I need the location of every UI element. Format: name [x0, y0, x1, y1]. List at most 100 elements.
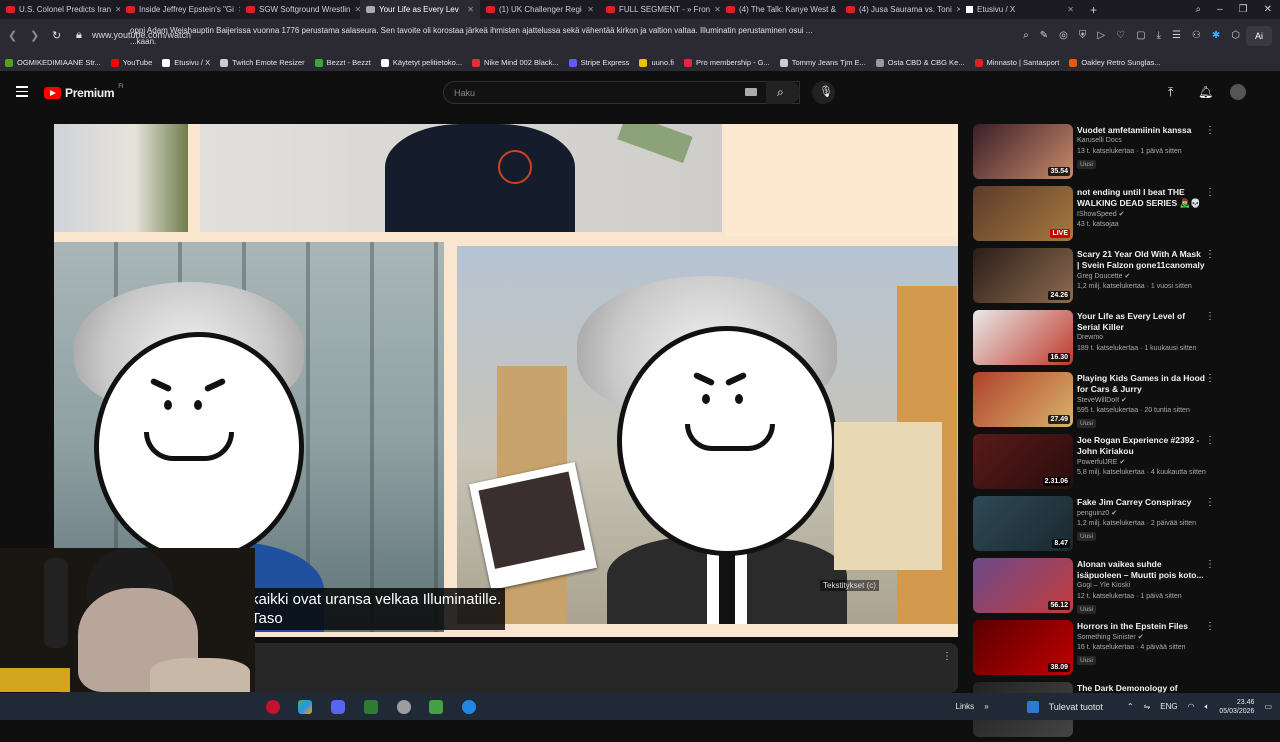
edit-icon[interactable]: ✎: [1040, 30, 1048, 41]
browser-tab-active[interactable]: Your Life as Every Lev✕: [360, 0, 480, 19]
bookmark-item[interactable]: OGMIKEDIMIAANE Str...: [0, 58, 106, 67]
camera-icon[interactable]: ◎: [1059, 30, 1068, 41]
video-thumbnail[interactable]: 16.30: [973, 310, 1073, 365]
speaker-icon[interactable]: [366, 6, 375, 13]
video-title[interactable]: not ending until I beat THE WALKING DEAD…: [1077, 187, 1205, 209]
new-tab-icon[interactable]: +: [1090, 3, 1097, 17]
links-toolbar[interactable]: Links: [956, 702, 975, 711]
edge-icon[interactable]: [462, 700, 476, 714]
forward-icon[interactable]: ❯: [30, 29, 39, 42]
zoom-icon[interactable]: ⌕: [1023, 30, 1029, 41]
more-vert-icon[interactable]: ⋮: [1205, 497, 1215, 508]
back-icon[interactable]: ❮: [8, 29, 17, 42]
steam-icon[interactable]: [397, 700, 411, 714]
close-icon[interactable]: ✕: [1067, 5, 1074, 14]
wifi-icon[interactable]: ◠: [1188, 702, 1195, 711]
bookmark-item[interactable]: Osta CBD & CBG Ke...: [871, 58, 970, 67]
photos-icon[interactable]: [298, 700, 312, 714]
close-window-icon[interactable]: ✕: [1264, 4, 1272, 15]
lang-label[interactable]: ENG: [1160, 702, 1177, 711]
browser-tab[interactable]: (1) UK Challenger Regi✕: [480, 0, 600, 19]
recommended-video[interactable]: 27.49Playing Kids Games in da Hood for C…: [973, 372, 1233, 432]
list-icon[interactable]: ☰: [1172, 30, 1181, 41]
shield-icon[interactable]: ⛨: [1079, 30, 1087, 41]
video-thumbnail[interactable]: 56.12: [973, 558, 1073, 613]
bell-icon[interactable]: 🔔︎: [1198, 85, 1213, 99]
ai-button[interactable]: Ai: [1246, 26, 1272, 46]
maximize-icon[interactable]: ❐: [1239, 4, 1248, 15]
download-icon[interactable]: ⤓: [1157, 30, 1161, 41]
voice-search-button[interactable]: 🎙︎: [812, 81, 835, 104]
bookmark-item[interactable]: YouTube: [106, 58, 157, 67]
discord-icon[interactable]: [331, 700, 345, 714]
recommended-video[interactable]: 56.12Alonan vaikea suhde isäpuoleen – Mu…: [973, 558, 1233, 618]
bookmark-item[interactable]: Etusivu / X: [157, 58, 215, 67]
bookmark-item[interactable]: Stripe Express: [564, 58, 635, 67]
volume-icon[interactable]: 🔈︎: [1205, 702, 1210, 712]
keyboard-icon[interactable]: [745, 88, 757, 96]
search-tabs-icon[interactable]: ⌕: [1195, 4, 1201, 15]
media-player-icon[interactable]: [429, 700, 443, 714]
recommended-video[interactable]: 2.31.06Joe Rogan Experience #2392 - John…: [973, 434, 1233, 494]
opera-icon[interactable]: [266, 700, 280, 714]
more-vert-icon[interactable]: ⋮: [1205, 125, 1215, 136]
bookmark-item[interactable]: Oakley Retro Sunglas...: [1064, 58, 1165, 67]
menu-icon[interactable]: [16, 86, 28, 100]
more-vert-icon[interactable]: ⋮: [1205, 559, 1215, 570]
bookmark-item[interactable]: Twitch Emote Resizer: [215, 58, 310, 67]
bookmark-item[interactable]: Minnasto | Santasport: [970, 58, 1065, 67]
video-title[interactable]: Horrors in the Epstein Files: [1077, 621, 1205, 632]
bookmark-item[interactable]: Tommy Jeans Tjm E...: [775, 58, 871, 67]
avatar[interactable]: [1230, 84, 1246, 100]
network-icon[interactable]: ⇋: [1144, 702, 1151, 711]
cube-icon[interactable]: ⬡: [1231, 30, 1240, 41]
channel-name[interactable]: IShowSpeed ✔: [1077, 210, 1125, 218]
extension-icon[interactable]: ✱: [1212, 30, 1220, 41]
more-vert-icon[interactable]: ⋮: [1205, 249, 1215, 260]
clock[interactable]: 23.46 05/03/2026: [1219, 698, 1254, 716]
video-thumbnail[interactable]: 24.26: [973, 248, 1073, 303]
channel-name[interactable]: penguinz0 ✔: [1077, 509, 1117, 517]
recommended-video[interactable]: LIVEnot ending until I beat THE WALKING …: [973, 186, 1233, 246]
browser-tab[interactable]: U.S. Colonel Predicts Iran✕: [0, 0, 120, 19]
more-vert-icon[interactable]: ⋮: [1205, 311, 1215, 322]
browser-tab[interactable]: Etusivu / X✕: [960, 0, 1080, 19]
reload-icon[interactable]: ↻: [52, 29, 61, 42]
youtube-logo[interactable]: Premium FI: [44, 86, 124, 100]
video-thumbnail[interactable]: LIVE: [973, 186, 1073, 241]
video-title[interactable]: Fake Jim Carrey Conspiracy: [1077, 497, 1205, 508]
upload-icon[interactable]: ⤒: [1168, 85, 1173, 100]
video-thumbnail[interactable]: 35.54: [973, 124, 1073, 179]
recommended-video[interactable]: 38.09 Horrors in the Epstein FilesSomethi…: [973, 620, 1233, 680]
bookmark-item[interactable]: Nike Mind 002 Black...: [467, 58, 564, 67]
bookmark-item[interactable]: Käytetyt pelitietoko...: [376, 58, 467, 67]
chevron-right-icon[interactable]: »: [984, 702, 988, 711]
channel-name[interactable]: Something Sinister ✔: [1077, 633, 1144, 641]
channel-name[interactable]: Drewmo: [1077, 334, 1103, 341]
channel-name[interactable]: Gogi – Yle Kioski: [1077, 582, 1130, 589]
more-vert-icon[interactable]: ⋮: [1205, 373, 1215, 384]
video-title[interactable]: Scary 21 Year Old With A Mask | Svein Fa…: [1077, 249, 1205, 271]
browser-tab[interactable]: Inside Jeffrey Epstein's "Gi✕: [120, 0, 240, 19]
video-thumbnail[interactable]: 38.09: [973, 620, 1073, 675]
box-icon[interactable]: ▢: [1136, 30, 1145, 41]
recommended-video[interactable]: 24.26Scary 21 Year Old With A Mask | Sve…: [973, 248, 1233, 308]
video-title[interactable]: Your Life as Every Level of Serial Kille…: [1077, 311, 1205, 333]
channel-name[interactable]: SteveWillDoIt ✔: [1077, 396, 1127, 404]
notification-icon[interactable]: ▭: [1264, 702, 1272, 711]
browser-tab[interactable]: (4) Jusa Saurama vs. Toni✕: [840, 0, 960, 19]
chevron-up-icon[interactable]: ⌃: [1127, 702, 1134, 711]
browser-tab[interactable]: SGW Softground Wrestlin✕: [240, 0, 360, 19]
more-vert-icon[interactable]: ⋮: [942, 651, 952, 662]
video-title[interactable]: Alonan vaikea suhde isäpuoleen – Muutti …: [1077, 559, 1205, 581]
video-title[interactable]: Vuodet amfetamiinin kanssa: [1077, 125, 1205, 136]
account-icon[interactable]: ⚇: [1192, 30, 1201, 41]
recommended-video[interactable]: 8.47Fake Jim Carrey Conspiracypenguinz0 …: [973, 496, 1233, 556]
video-title[interactable]: Joe Rogan Experience #2392 - John Kiriak…: [1077, 435, 1205, 457]
video-thumbnail[interactable]: 27.49: [973, 372, 1073, 427]
heart-icon[interactable]: ♡: [1116, 30, 1125, 41]
close-icon[interactable]: ✕: [467, 5, 474, 14]
recommended-video[interactable]: 35.54Vuodet amfetamiinin kanssaKaruselli…: [973, 124, 1233, 184]
more-vert-icon[interactable]: ⋮: [1205, 435, 1215, 446]
channel-name[interactable]: Greg Doucette ✔: [1077, 272, 1130, 280]
